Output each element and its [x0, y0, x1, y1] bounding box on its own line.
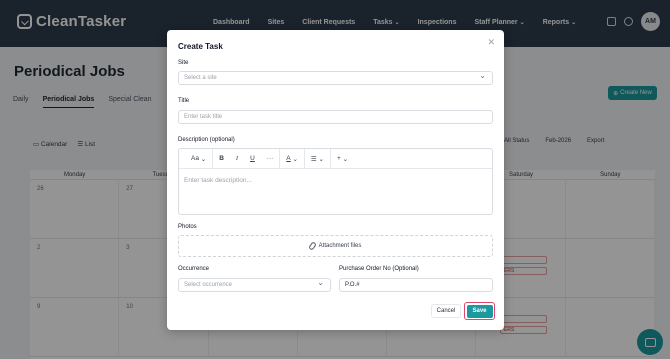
occurrence-label: Occurrence — [178, 266, 210, 272]
save-button-focus-ring: Save — [464, 302, 495, 320]
description-textarea[interactable]: Enter task description... — [179, 169, 492, 192]
editor-toolbar: Aa ⌄ B I U ··· A ⌄ ☰ ⌄ + ⌄ — [179, 148, 492, 169]
save-button[interactable]: Save — [466, 304, 493, 318]
photo-dropzone[interactable]: Attachment files — [178, 235, 493, 257]
site-select[interactable]: Select a site — [178, 70, 493, 85]
title-label: Title — [178, 98, 190, 104]
italic-icon[interactable]: I — [230, 149, 244, 169]
description-label: Description (optional) — [178, 137, 235, 143]
site-label: Site — [178, 60, 189, 66]
paperclip-icon — [307, 241, 317, 251]
po-input[interactable]: P.O.# — [339, 278, 493, 292]
occurrence-select[interactable]: Select occurrence — [178, 277, 331, 292]
title-input[interactable]: Enter task title — [178, 110, 493, 124]
text-color-icon[interactable]: A ⌄ — [280, 148, 305, 169]
font-size-dropdown[interactable]: Aa ⌄ — [185, 148, 214, 169]
description-editor: Aa ⌄ B I U ··· A ⌄ ☰ ⌄ + ⌄ Enter task de… — [178, 148, 493, 215]
list-icon[interactable]: ☰ ⌄ — [305, 148, 331, 169]
cancel-button[interactable]: Cancel — [431, 304, 461, 318]
bold-icon[interactable]: B — [213, 149, 230, 169]
attach-files-label: Attachment files — [318, 243, 362, 249]
create-task-dialog: Create Task ✕ Site Select a site Title E… — [167, 30, 504, 330]
close-icon[interactable]: ✕ — [487, 38, 495, 47]
insert-icon[interactable]: + ⌄ — [331, 149, 354, 169]
dialog-title: Create Task — [178, 42, 223, 51]
underline-icon[interactable]: U — [244, 149, 261, 169]
po-label: Purchase Order No (Optional) — [339, 266, 419, 272]
photos-label: Photos — [178, 224, 197, 230]
more-icon[interactable]: ··· — [261, 148, 281, 169]
